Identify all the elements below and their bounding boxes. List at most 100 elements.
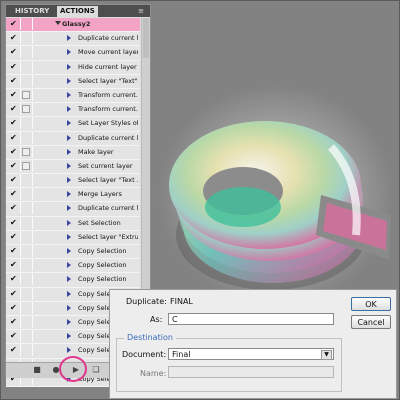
- action-row[interactable]: ✔ Set Selection: [6, 216, 140, 231]
- dialog-toggle-cell[interactable]: [20, 145, 33, 158]
- expand-triangle-icon[interactable]: [55, 21, 61, 25]
- action-label: Copy Selection: [78, 247, 127, 255]
- action-label: Duplicate current l...: [78, 34, 138, 43]
- dialog-toggle-cell[interactable]: [20, 245, 33, 257]
- checkmark-icon: ✔: [10, 89, 17, 99]
- expand-triangle-icon[interactable]: [67, 276, 71, 283]
- dialog-toggle-cell[interactable]: [20, 32, 33, 45]
- dialog-toggle-cell[interactable]: [20, 230, 33, 243]
- stop-icon[interactable]: ■: [33, 366, 41, 374]
- dialog-toggle-cell[interactable]: [20, 159, 33, 172]
- dialog-toggle-cell[interactable]: [20, 117, 33, 130]
- expand-triangle-icon[interactable]: [67, 205, 71, 212]
- dialog-toggle-cell[interactable]: [20, 74, 33, 87]
- action-label: Copy Selection: [78, 275, 127, 284]
- action-label: Move current layer: [78, 48, 138, 57]
- dialog-toggle-cell[interactable]: [20, 60, 33, 73]
- action-row[interactable]: ✔ Set current layer: [6, 159, 140, 175]
- action-row[interactable]: ✔ Transform current...: [6, 88, 140, 104]
- checkmark-icon: ✔: [10, 33, 17, 43]
- dialog-toggle-cell[interactable]: [20, 301, 33, 314]
- ok-button[interactable]: OK: [351, 297, 391, 311]
- expand-triangle-icon[interactable]: [67, 106, 71, 113]
- dialog-toggle-cell[interactable]: [20, 18, 33, 30]
- action-row[interactable]: ✔ Duplicate current l...: [6, 32, 140, 47]
- new-set-icon[interactable]: ❏: [92, 366, 100, 374]
- checkmark-icon: ✔: [10, 175, 17, 185]
- scrollbar-thumb[interactable]: [143, 18, 149, 58]
- expand-triangle-icon[interactable]: [67, 233, 71, 240]
- expand-triangle-icon[interactable]: [67, 318, 71, 325]
- action-row[interactable]: ✔ Copy Selection: [6, 259, 140, 274]
- dialog-toggle-cell[interactable]: [20, 131, 33, 144]
- action-row[interactable]: ✔ Merge Layers: [6, 188, 140, 203]
- action-label: Transform current...: [78, 105, 138, 114]
- expand-triangle-icon[interactable]: [67, 304, 71, 311]
- dialog-toggle-cell[interactable]: [20, 202, 33, 215]
- expand-triangle-icon[interactable]: [67, 262, 71, 269]
- name-input[interactable]: [168, 366, 334, 378]
- dialog-toggle-cell[interactable]: [20, 46, 33, 59]
- action-row[interactable]: ✔ Make layer: [6, 145, 140, 160]
- destination-group: [116, 338, 342, 392]
- expand-triangle-icon[interactable]: [67, 290, 71, 297]
- expand-triangle-icon[interactable]: [67, 333, 71, 340]
- dialog-toggle-cell[interactable]: [20, 103, 33, 116]
- dialog-toggle-cell[interactable]: [20, 315, 33, 328]
- play-highlight-ring: [59, 356, 87, 382]
- expand-triangle-icon[interactable]: [67, 248, 71, 254]
- action-row[interactable]: ✔ Set Layer Styles of...: [6, 117, 140, 132]
- expand-triangle-icon[interactable]: [67, 63, 71, 70]
- action-label: Set Selection: [78, 218, 121, 227]
- action-row[interactable]: ✔ Duplicate current l...: [6, 202, 140, 217]
- dialog-toggle-cell[interactable]: [20, 216, 33, 229]
- document-select[interactable]: Final ▼: [168, 348, 334, 360]
- chevron-down-icon[interactable]: ▼: [321, 350, 332, 360]
- expand-triangle-icon[interactable]: [67, 347, 71, 354]
- action-row[interactable]: ✔ Select layer "Text ...: [6, 174, 140, 189]
- action-row[interactable]: ✔ Move current layer: [6, 46, 140, 61]
- expand-triangle-icon[interactable]: [67, 162, 71, 169]
- expand-triangle-icon[interactable]: [67, 219, 71, 226]
- tab-actions[interactable]: ACTIONS: [57, 6, 98, 17]
- action-label: Select layer "Text": [78, 76, 138, 85]
- dialog-toggle-cell[interactable]: [20, 188, 33, 201]
- dialog-toggle-cell[interactable]: [20, 88, 33, 101]
- action-row[interactable]: ✔ Copy Selection: [6, 245, 140, 260]
- expand-triangle-icon[interactable]: [67, 91, 71, 98]
- action-row[interactable]: ✔ Duplicate current l...: [6, 131, 140, 146]
- action-label: Duplicate current l...: [78, 204, 138, 213]
- dialog-toggle-cell[interactable]: [20, 344, 33, 357]
- cancel-button[interactable]: Cancel: [351, 315, 391, 329]
- action-row[interactable]: ✔ Select layer "Extru...: [6, 230, 140, 245]
- checkmark-icon: ✔: [10, 146, 17, 156]
- checkmark-icon: ✔: [10, 260, 17, 270]
- expand-triangle-icon[interactable]: [67, 177, 71, 184]
- duplicate-value: FINAL: [170, 297, 193, 306]
- dialog-toggle-cell[interactable]: [20, 259, 33, 272]
- dialog-toggle-cell[interactable]: [20, 174, 33, 187]
- checkmark-icon: ✔: [10, 132, 17, 142]
- tab-history[interactable]: HISTORY: [12, 6, 52, 17]
- destination-label: Destination: [124, 333, 176, 342]
- as-input[interactable]: C: [168, 313, 334, 325]
- action-label: Copy Selection: [78, 261, 127, 270]
- action-row[interactable]: ✔ Select layer "Text": [6, 74, 140, 89]
- dialog-toggle-cell[interactable]: [20, 287, 33, 300]
- action-row[interactable]: ✔ Transform current...: [6, 103, 140, 118]
- expand-triangle-icon[interactable]: [67, 35, 71, 42]
- expand-triangle-icon[interactable]: [67, 77, 71, 84]
- expand-triangle-icon[interactable]: [67, 120, 71, 127]
- expand-triangle-icon[interactable]: [67, 148, 71, 155]
- action-label: Select layer "Text ...: [78, 176, 138, 185]
- action-row[interactable]: ✔ Copy Selection: [6, 273, 140, 288]
- document-select-value: Final: [172, 350, 191, 359]
- dialog-toggle-cell[interactable]: [20, 273, 33, 286]
- action-set-row[interactable]: ✔ Glassy2: [6, 18, 140, 33]
- expand-triangle-icon[interactable]: [67, 191, 71, 198]
- expand-triangle-icon[interactable]: [67, 49, 71, 56]
- dialog-toggle-cell[interactable]: [20, 330, 33, 343]
- expand-triangle-icon[interactable]: [67, 134, 71, 141]
- action-row[interactable]: ✔ Hide current layer: [6, 60, 140, 75]
- panel-menu-icon[interactable]: ≡: [134, 6, 148, 16]
